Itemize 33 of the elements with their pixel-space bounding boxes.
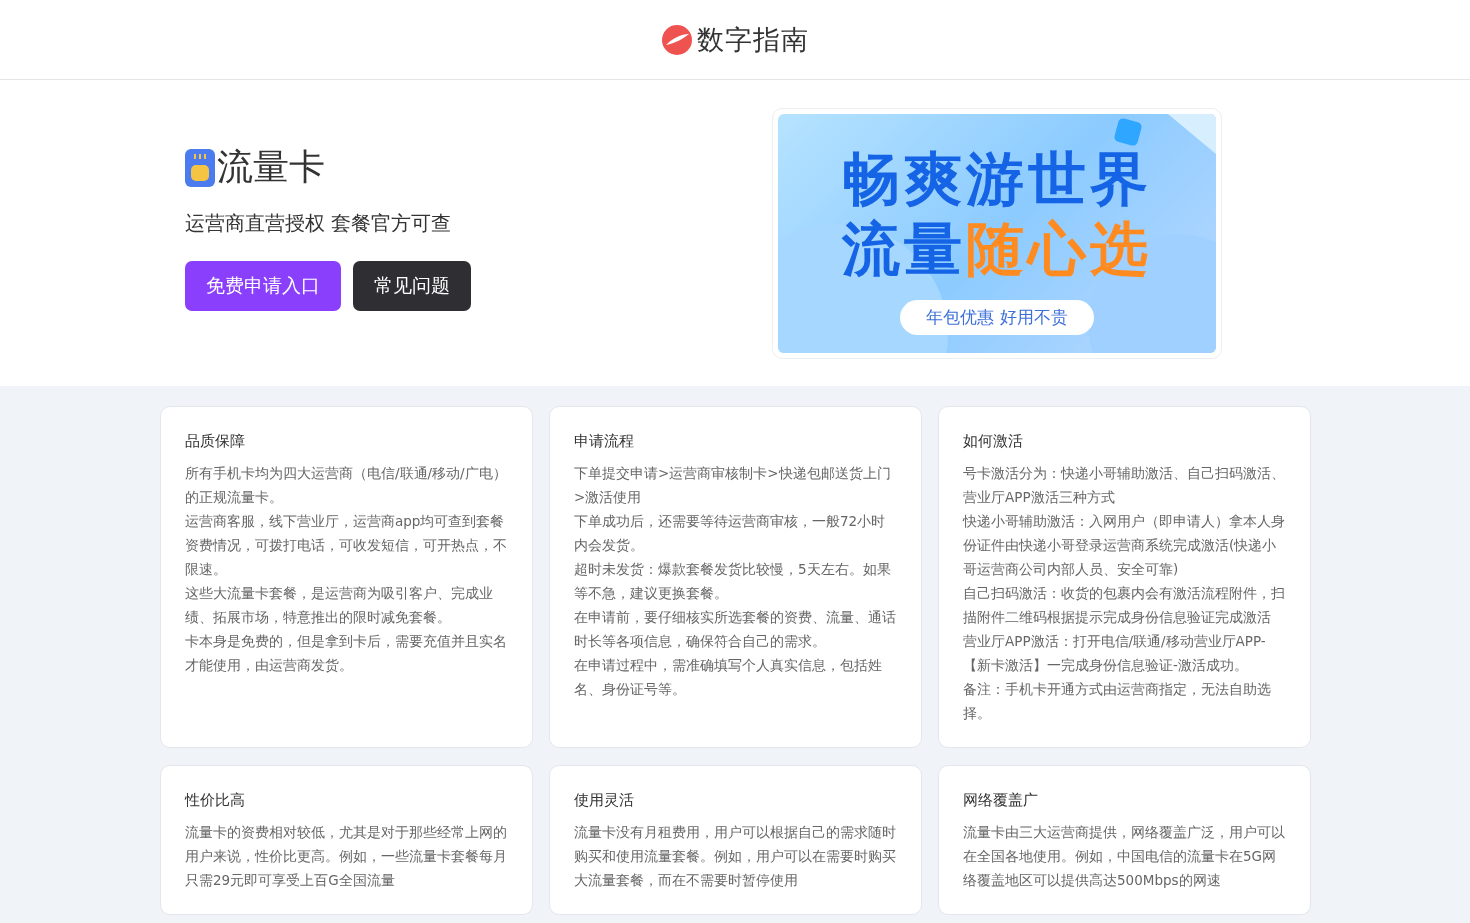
sim-card-icon <box>185 148 215 187</box>
card-paragraph: 运营商客服，线下营业厅，运营商app均可查到套餐资费情况，可拨打电话，可收发短信，可开热点，不限速。 <box>185 512 508 579</box>
faq-button[interactable]: 常见问题 <box>353 261 471 311</box>
product-name: 流量卡 <box>217 145 325 189</box>
card-paragraph: 所有手机卡均为四大运营商（电信/联通/移动/广电）的正规流量卡。 <box>185 464 508 507</box>
card-paragraph: 快递小哥辅助激活：入网用户（即申请人）拿本人身份证件由快递小哥登录运营商系统完成激活(快递小哥运营商公司内部人员、安全可靠) <box>963 512 1286 579</box>
card-paragraph: 自己扫码激活：收货的包裹内会有激活流程附件，扫描附件二维码根据提示完成身份信息验证完成激活 <box>963 584 1286 627</box>
card-title: 性价比高 <box>185 791 246 810</box>
apply-button[interactable]: 免费申请入口 <box>185 261 341 311</box>
card-paragraph: 卡本身是免费的，但是拿到卡后，需要充值并且实名才能使用，由运营商发货。 <box>185 632 508 675</box>
banner-pill: 年包优惠 好用不贵 <box>900 299 1094 335</box>
logo-icon <box>661 23 693 56</box>
card-paragraph: 在申请过程中，需准确填写个人真实信息，包括姓名、身份证号等。 <box>574 656 883 699</box>
card-paragraph: 超时未发货：爆款套餐发货比较慢，5天左右。如果等不急，建议更换套餐。 <box>574 560 892 603</box>
card-paragraph: 号卡激活分为：快递小哥辅助激活、自己扫码激活、营业厅APP激活三种方式 <box>963 464 1286 507</box>
banner-headline: 畅爽游世界 <box>842 143 1152 214</box>
card-paragraph: 流量卡由三大运营商提供，网络覆盖广泛，用户可以在全国各地使用。例如，中国电信的流量卡在5G网络覆盖地区可以提供高达500Mbps的网速 <box>963 823 1286 890</box>
tagline: 运营商直营授权 套餐官方可查 <box>185 210 453 237</box>
card-title: 品质保障 <box>185 432 246 451</box>
logo-text: 数字指南 <box>697 22 809 57</box>
card-title: 网络覆盖广 <box>963 791 1039 810</box>
card-paragraph: 备注：手机卡开通方式由运营商指定，无法自助选择。 <box>963 680 1272 723</box>
card-paragraph: 在申请前，要仔细核实所选套餐的资费、流量、通话时长等各项信息，确保符合自己的需求。 <box>574 608 897 651</box>
card-title: 申请流程 <box>574 432 635 451</box>
card-title: 如何激活 <box>963 432 1024 451</box>
banner-headline: 流量随心选 <box>842 213 1152 284</box>
card-paragraph: 营业厅APP激活：打开电信/联通/移动营业厅APP-【新卡激活】一完成身份信息验证-激活成功。 <box>963 632 1267 675</box>
card-paragraph: 流量卡的资费相对较低，尤其是对于那些经常上网的用户来说，性价比更高。例如，一些流量卡套餐每月只需29元即可享受上百G全国流量 <box>185 823 508 890</box>
card-paragraph: 流量卡没有月租费用，用户可以根据自己的需求随时购买和使用流量套餐。例如，用户可以在需要时购买大流量套餐，而在不需要时暂停使用 <box>574 823 897 890</box>
card-title: 使用灵活 <box>574 791 635 810</box>
card-paragraph: 这些大流量卡套餐，是运营商为吸引客户、完成业绩、拓展市场，特意推出的限时减免套餐。 <box>185 584 494 627</box>
card-paragraph: 下单提交申请>运营商审核制卡>快递包邮送货上门>激活使用 <box>574 464 892 507</box>
card-paragraph: 下单成功后，还需要等待运营商审核，一般72小时内会发货。 <box>574 512 887 555</box>
